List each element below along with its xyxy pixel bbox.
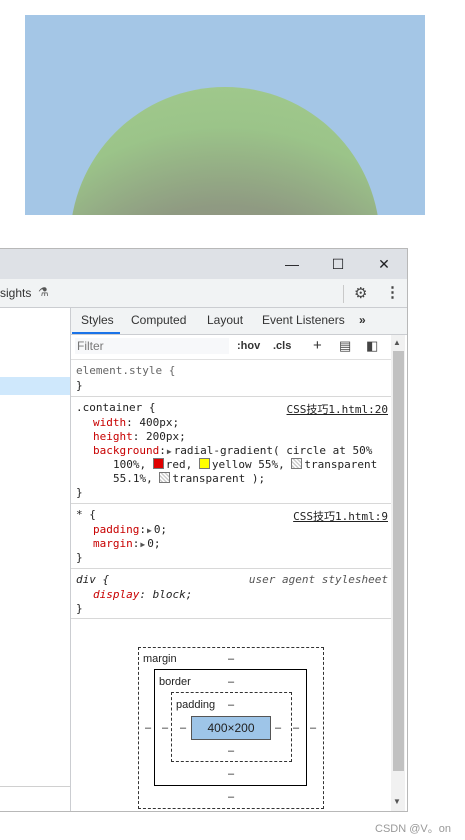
margin-top-value[interactable]: – bbox=[228, 653, 234, 665]
display-declaration: display: block; bbox=[93, 588, 193, 601]
tab-event-listeners[interactable]: Event Listeners bbox=[262, 313, 345, 327]
rule-close-brace: } bbox=[76, 486, 83, 499]
radial-gradient-circle bbox=[70, 87, 380, 215]
sidebar-tabs: Styles Computed Layout Event Listeners » bbox=[71, 308, 407, 335]
cls-toggle[interactable]: .cls bbox=[273, 340, 291, 352]
maximize-button[interactable]: ☐ bbox=[324, 253, 352, 275]
red-color-swatch[interactable] bbox=[152, 458, 164, 469]
expand-triangle-icon[interactable]: ▶ bbox=[140, 540, 145, 549]
devtools-window: — ☐ ✕ sights ⚗ ⚙ ⋮ Styles Computed Layou… bbox=[0, 248, 408, 812]
close-button[interactable]: ✕ bbox=[370, 253, 398, 275]
background-declaration[interactable]: background:▶ radial-gradient( circle at 5… bbox=[93, 444, 372, 457]
styles-rules-pane: element.style { } .container { CSS技巧1.ht… bbox=[71, 360, 391, 619]
watermark: CSDN @V。on bbox=[375, 823, 451, 835]
rule-close-brace: } bbox=[76, 551, 83, 564]
scrollbar-thumb[interactable] bbox=[393, 351, 404, 771]
transparent-color-swatch[interactable] bbox=[291, 458, 303, 469]
gear-icon[interactable]: ⚙ bbox=[354, 284, 367, 302]
panel-divider bbox=[0, 786, 70, 787]
styles-filter-bar: :hov .cls + ▤ ◧ bbox=[71, 335, 391, 360]
transparent-color-swatch[interactable] bbox=[159, 472, 171, 483]
universal-selector[interactable]: * { bbox=[76, 508, 96, 521]
border-right-value[interactable]: – bbox=[293, 722, 299, 734]
container-selector[interactable]: .container { bbox=[76, 401, 155, 414]
padding-right-value[interactable]: – bbox=[275, 722, 281, 734]
hov-toggle[interactable]: :hov bbox=[237, 340, 260, 352]
rule-divider bbox=[71, 568, 391, 569]
margin-left-value[interactable]: – bbox=[145, 722, 151, 734]
padding-top-value[interactable]: – bbox=[228, 699, 234, 711]
element-style-selector[interactable]: element.style { bbox=[76, 364, 175, 377]
scroll-up-arrow-icon[interactable]: ▲ bbox=[393, 338, 401, 347]
active-tab-indicator bbox=[72, 332, 120, 334]
rule-close-brace: } bbox=[76, 602, 83, 615]
tab-performance-insights[interactable]: sights bbox=[0, 286, 31, 300]
tab-styles[interactable]: Styles bbox=[81, 313, 114, 327]
devtools-toolbar: sights ⚗ ⚙ ⋮ bbox=[0, 279, 407, 308]
expand-triangle-icon[interactable]: ▶ bbox=[147, 526, 152, 535]
tab-layout[interactable]: Layout bbox=[207, 313, 243, 327]
border-left-value[interactable]: – bbox=[162, 722, 168, 734]
new-rule-button[interactable]: + bbox=[313, 337, 322, 354]
star-source-link[interactable]: CSS技巧1.html:9 bbox=[293, 508, 388, 524]
paint-brush-icon[interactable]: ▤ bbox=[339, 338, 351, 354]
rule-divider bbox=[71, 618, 391, 619]
minimize-button[interactable]: — bbox=[278, 253, 306, 275]
div-selector[interactable]: div { bbox=[76, 573, 109, 586]
title-bar: — ☐ ✕ bbox=[0, 249, 407, 279]
gradient-preview bbox=[25, 15, 425, 215]
expand-triangle-icon[interactable]: ▶ bbox=[167, 447, 172, 456]
more-tabs-button[interactable]: » bbox=[359, 313, 366, 327]
rule-divider bbox=[71, 396, 391, 397]
background-value-line-2: 100%, red, yellow 55%, transparent bbox=[113, 458, 378, 471]
tab-computed[interactable]: Computed bbox=[131, 313, 186, 327]
margin-label: margin bbox=[143, 653, 177, 665]
margin-right-value[interactable]: – bbox=[310, 722, 316, 734]
padding-left-value[interactable]: – bbox=[180, 722, 186, 734]
background-value-line-3: 55.1%, transparent ); bbox=[113, 472, 266, 485]
rule-close-brace: } bbox=[76, 379, 83, 392]
user-agent-source: user agent stylesheet bbox=[248, 573, 388, 586]
elements-panel[interactable] bbox=[0, 308, 71, 811]
height-declaration[interactable]: height: 200px; bbox=[93, 430, 186, 443]
yellow-color-swatch[interactable] bbox=[198, 458, 210, 469]
width-declaration[interactable]: width: 400px; bbox=[93, 416, 179, 429]
padding-label: padding bbox=[176, 699, 216, 711]
margin-declaration[interactable]: margin:▶ 0; bbox=[93, 537, 160, 550]
toggle-sidebar-icon[interactable]: ◧ bbox=[366, 338, 378, 354]
box-model-content[interactable]: 400×200 bbox=[191, 716, 271, 740]
filter-input[interactable] bbox=[75, 338, 229, 354]
toolbar-divider bbox=[343, 285, 344, 303]
container-source-link[interactable]: CSS技巧1.html:20 bbox=[287, 401, 388, 417]
kebab-icon[interactable]: ⋮ bbox=[385, 283, 400, 301]
selected-node-row[interactable] bbox=[0, 377, 70, 395]
border-label: border bbox=[159, 676, 191, 688]
border-bottom-value[interactable]: – bbox=[228, 768, 234, 780]
border-top-value[interactable]: – bbox=[228, 676, 234, 688]
padding-declaration[interactable]: padding:▶ 0; bbox=[93, 523, 167, 536]
flask-icon: ⚗ bbox=[38, 285, 49, 299]
rule-divider bbox=[71, 503, 391, 504]
margin-bottom-value[interactable]: – bbox=[228, 791, 234, 803]
scroll-down-arrow-icon[interactable]: ▼ bbox=[393, 797, 401, 806]
padding-bottom-value[interactable]: – bbox=[228, 745, 234, 757]
